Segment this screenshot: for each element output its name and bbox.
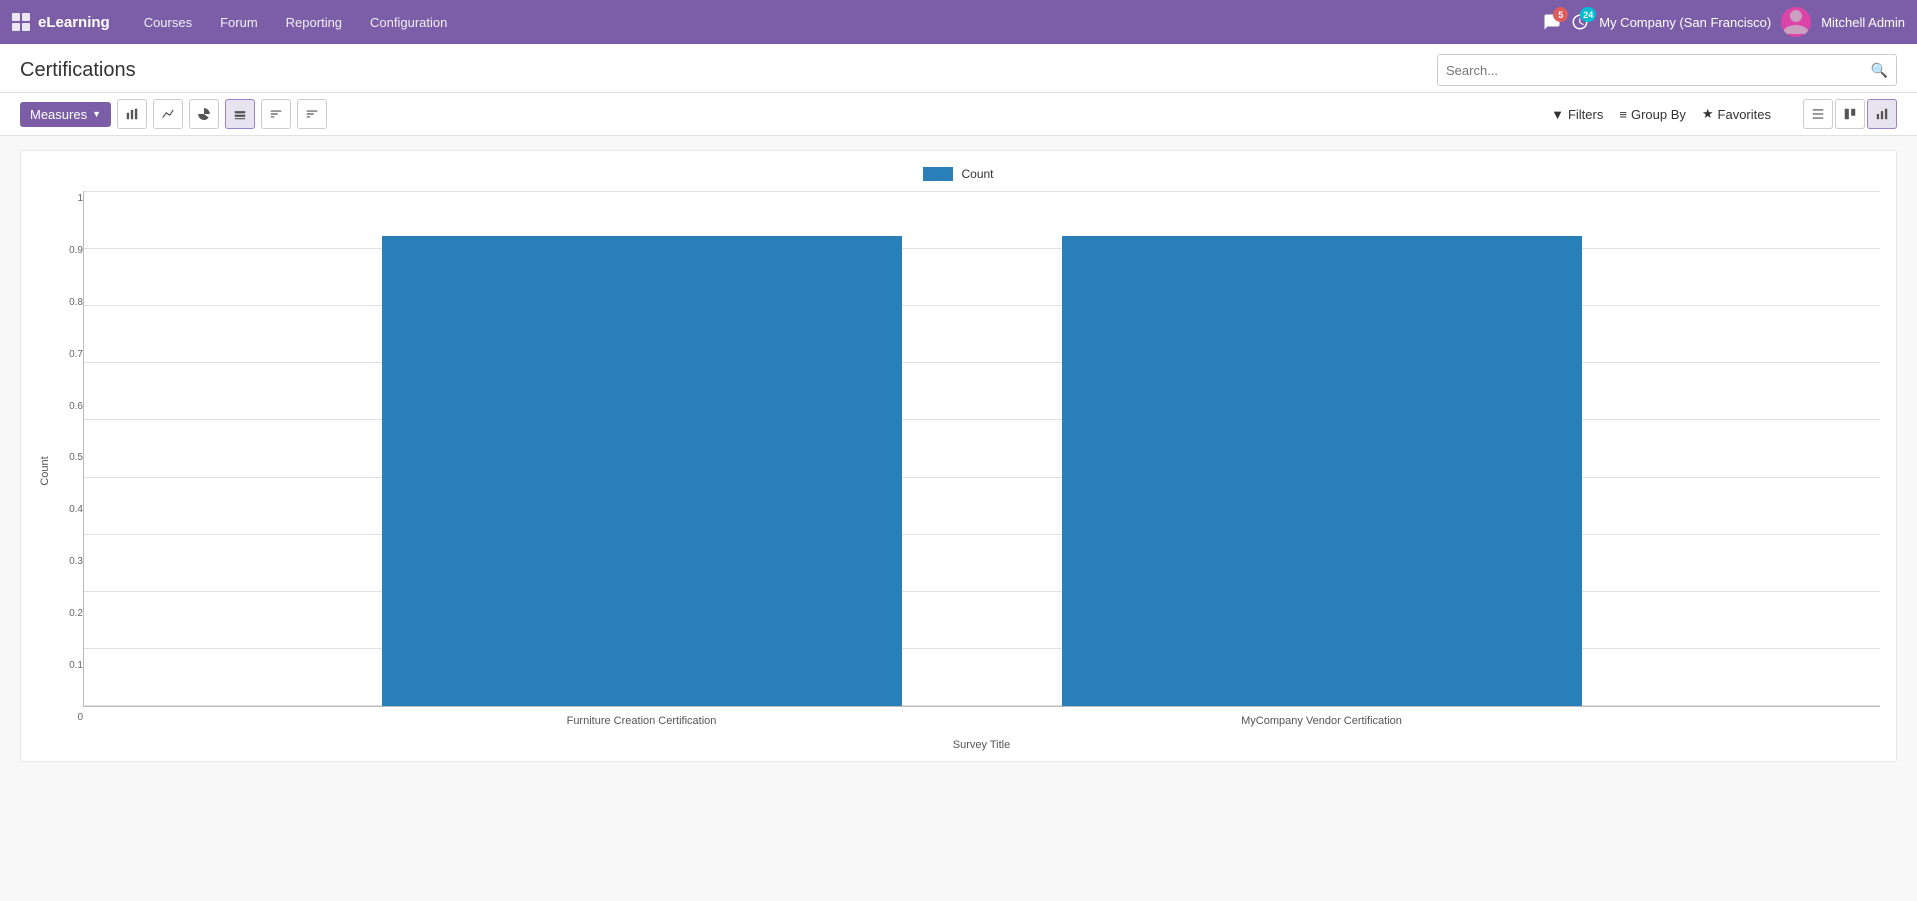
chart-grid [83,191,1880,707]
nav-configuration[interactable]: Configuration [356,0,461,44]
page-header: Certifications 🔍 [0,44,1917,93]
toolbar-right: ▼ Filters ≡ Group By ★ Favorites [1551,99,1897,129]
topnav-right: 5 24 My Company (San Francisco) Mitchell… [1543,7,1905,37]
groupby-label: Group By [1631,107,1686,122]
chart-container: Count 1 0.9 0.8 0.7 0.6 0.5 0.4 0.3 0.2 … [37,191,1880,751]
toolbar: Measures ▼ ▼ Filters ≡ Group By ★ Favori… [0,93,1917,136]
top-navbar: eLearning Courses Forum Reporting Config… [0,0,1917,44]
y-tick-09: 0.9 [69,245,83,256]
filters-button[interactable]: ▼ Filters [1551,107,1603,122]
x-axis-title: Survey Title [83,735,1880,751]
user-name[interactable]: Mitchell Admin [1821,15,1905,30]
y-tick-02: 0.2 [69,608,83,619]
bar-chart-button[interactable] [117,99,147,129]
y-tick-05: 0.5 [69,452,83,463]
app-name: eLearning [38,14,110,31]
y-tick-08: 0.8 [69,297,83,308]
nav-reporting[interactable]: Reporting [272,0,356,44]
grid-icon [12,13,30,31]
chat-icon-button[interactable]: 5 [1543,13,1561,31]
y-tick-04: 0.4 [69,504,83,515]
measures-label: Measures [30,107,87,122]
search-icon[interactable]: 🔍 [1871,62,1888,79]
y-ticks: 1 0.9 0.8 0.7 0.6 0.5 0.4 0.3 0.2 0.1 0 [55,191,83,751]
nav-links: Courses Forum Reporting Configuration [130,0,462,44]
sort-desc-button[interactable] [297,99,327,129]
filter-icon: ▼ [1551,107,1564,122]
clock-badge: 24 [1580,7,1596,22]
y-tick-03: 0.3 [69,556,83,567]
bar-2[interactable] [1062,236,1582,706]
filters-label: Filters [1568,107,1603,122]
y-tick-06: 0.6 [69,401,83,412]
stacked-chart-button[interactable] [225,99,255,129]
list-view-button[interactable] [1803,99,1833,129]
measures-button[interactable]: Measures ▼ [20,102,111,127]
y-tick-07: 0.7 [69,349,83,360]
nav-courses[interactable]: Courses [130,0,206,44]
favorites-icon: ★ [1702,106,1714,122]
main-content: Count Count 1 0.9 0.8 0.7 0.6 0.5 0.4 0.… [0,136,1917,901]
search-input[interactable] [1446,63,1871,78]
measures-dropdown-arrow: ▼ [92,109,101,119]
company-name[interactable]: My Company (San Francisco) [1599,15,1771,30]
line-chart-button[interactable] [153,99,183,129]
page-title: Certifications [20,59,136,82]
graph-view-button[interactable] [1867,99,1897,129]
avatar[interactable] [1781,7,1811,37]
clock-icon-button[interactable]: 24 [1571,13,1589,31]
y-tick-00: 0 [77,712,83,723]
x-labels: Furniture Creation Certification MyCompa… [83,707,1880,735]
kanban-view-button[interactable] [1835,99,1865,129]
y-axis-area: Count 1 0.9 0.8 0.7 0.6 0.5 0.4 0.3 0.2 … [37,191,83,751]
x-label-1: Furniture Creation Certification [382,715,902,735]
view-buttons [1803,99,1897,129]
plot-area: Furniture Creation Certification MyCompa… [83,191,1880,751]
chart-legend: Count [37,167,1880,181]
bar-1[interactable] [382,236,902,706]
pie-chart-button[interactable] [189,99,219,129]
sort-asc-button[interactable] [261,99,291,129]
bar-group-1 [382,236,902,706]
groupby-button[interactable]: ≡ Group By [1619,107,1686,122]
y-axis-title: Count [39,456,51,485]
search-box[interactable]: 🔍 [1437,54,1897,86]
favorites-button[interactable]: ★ Favorites [1702,106,1771,122]
bar-group-2 [1062,236,1582,706]
app-logo[interactable]: eLearning [12,13,110,31]
favorites-label: Favorites [1718,107,1771,122]
legend-label: Count [961,167,993,181]
bars-container [84,191,1880,706]
nav-forum[interactable]: Forum [206,0,272,44]
chat-badge: 5 [1553,7,1568,22]
y-tick-01: 0.1 [69,660,83,671]
groupby-icon: ≡ [1619,107,1627,122]
x-label-2: MyCompany Vendor Certification [1062,715,1582,735]
chart-wrapper: Count Count 1 0.9 0.8 0.7 0.6 0.5 0.4 0.… [20,150,1897,762]
legend-color-box [923,167,953,181]
